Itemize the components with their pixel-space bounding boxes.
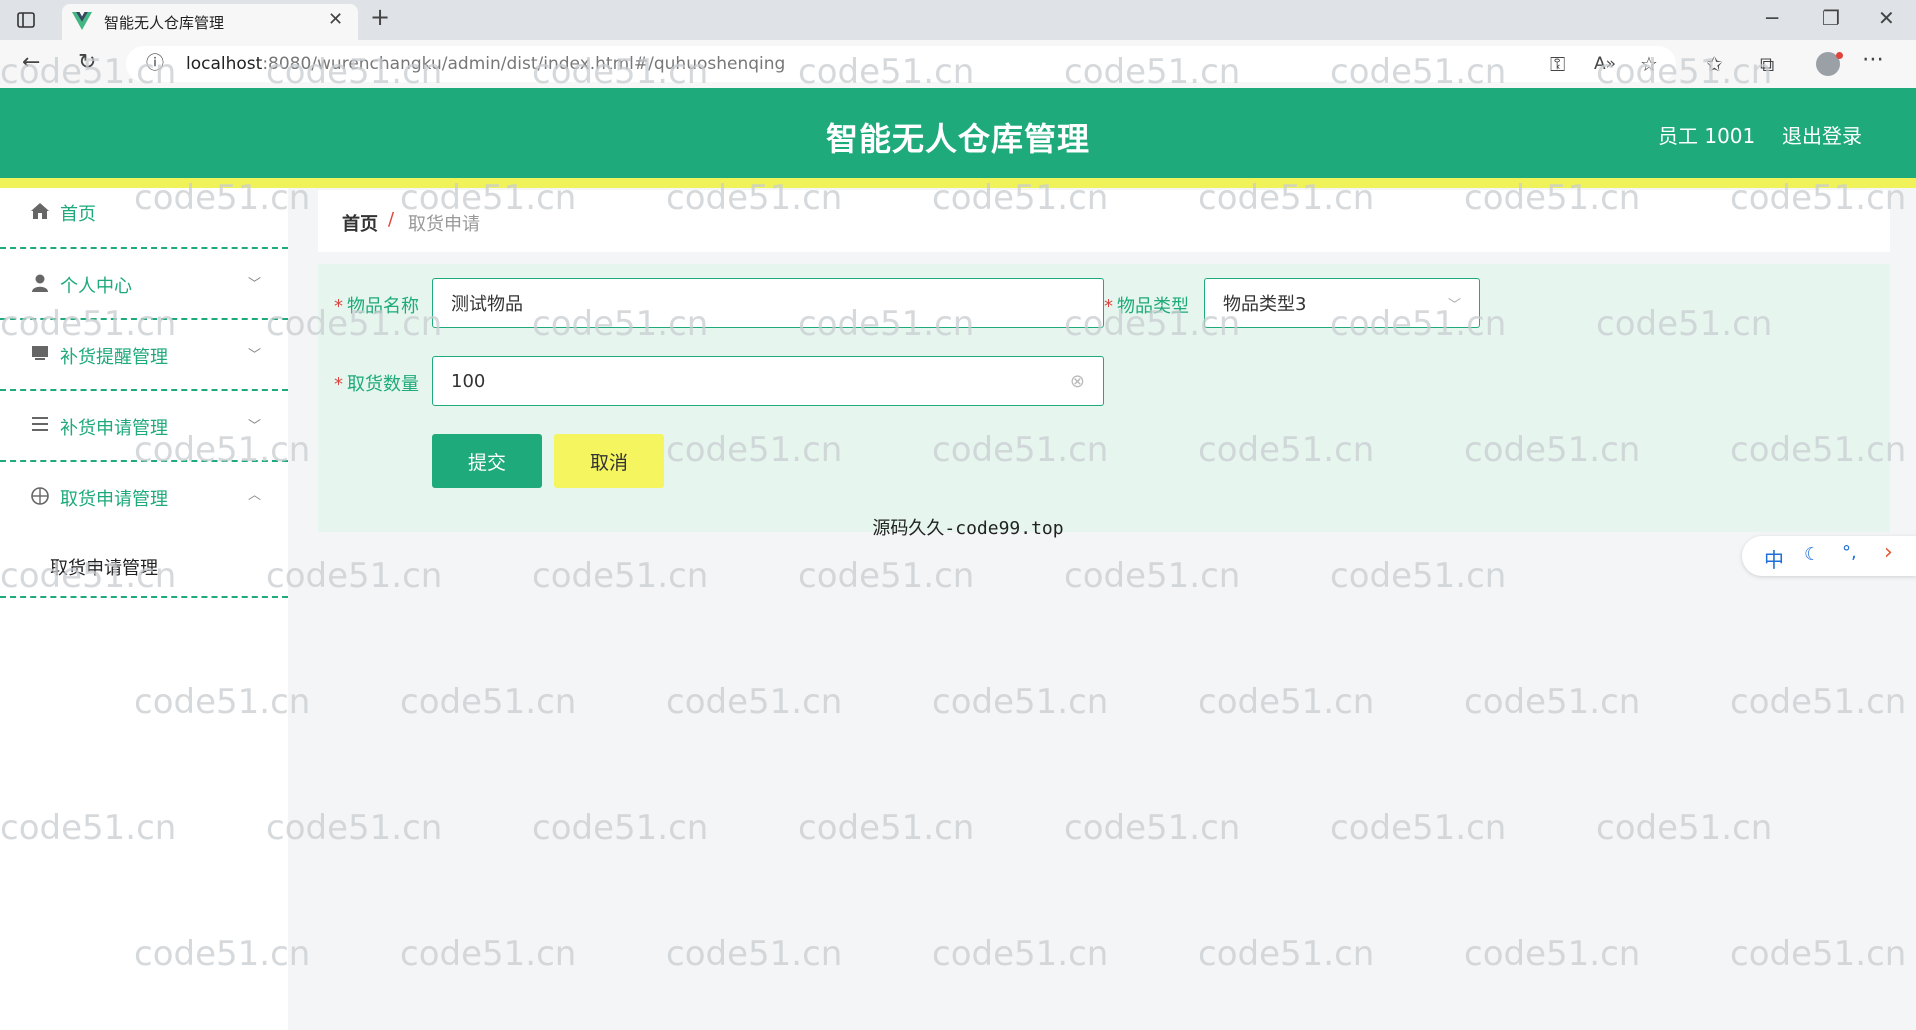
- watermark: code51.cn: [798, 556, 975, 596]
- site-info-icon[interactable]: ⓘ: [146, 54, 164, 74]
- user-icon: [28, 273, 52, 298]
- item-type-label-text: 物品类型: [1117, 296, 1189, 317]
- chevron-right-icon[interactable]: ›: [1884, 540, 1893, 565]
- sidebar-item-label: 补货申请管理: [60, 418, 168, 439]
- watermark: code51.cn: [532, 556, 709, 596]
- watermark: code51.cn: [266, 556, 443, 596]
- chevron-down-icon: ﹀: [1447, 297, 1461, 313]
- watermark: code51.cn: [400, 682, 577, 722]
- favorite-add-icon[interactable]: ☆: [1640, 54, 1658, 74]
- chevron-down-icon: ﹀: [248, 348, 262, 363]
- breadcrumb: 首页 / 取货申请: [318, 190, 1890, 252]
- required-mark: *: [1104, 296, 1113, 317]
- item-name-value: 测试物品: [451, 294, 523, 315]
- item-name-label-text: 物品名称: [347, 296, 419, 317]
- user-label: 员工 1001: [1658, 124, 1756, 148]
- chevron-down-icon: ﹀: [248, 277, 262, 292]
- sidebar-item-restock-application[interactable]: 补货申请管理 ﹀: [0, 391, 288, 462]
- collections-icon[interactable]: ⧉: [1760, 54, 1774, 74]
- item-type-label: * 物品类型: [1104, 292, 1189, 318]
- quantity-value: 100: [451, 370, 486, 392]
- sidebar-item-restock-reminder[interactable]: 补货提醒管理 ﹀: [0, 320, 288, 391]
- app-title: 智能无人仓库管理: [825, 120, 1090, 158]
- required-mark: *: [334, 296, 343, 317]
- back-icon[interactable]: ←: [22, 52, 40, 74]
- moon-icon[interactable]: ☾: [1804, 544, 1820, 565]
- quantity-label-text: 取货数量: [347, 374, 419, 395]
- breadcrumb-current: 取货申请: [408, 214, 480, 235]
- inbox-icon: [28, 344, 52, 367]
- more-menu-icon[interactable]: ⋯: [1862, 49, 1884, 71]
- quantity-input[interactable]: 100 ⊗: [432, 356, 1104, 406]
- sidebar-item-label: 取货申请管理: [60, 489, 168, 510]
- breadcrumb-home[interactable]: 首页: [342, 210, 378, 236]
- watermark: code51.cn: [1730, 934, 1907, 974]
- read-aloud-icon[interactable]: A»: [1594, 54, 1616, 74]
- sidebar-item-personal-center[interactable]: 个人中心 ﹀: [0, 249, 288, 320]
- watermark: code51.cn: [932, 682, 1109, 722]
- watermark: code51.cn: [932, 934, 1109, 974]
- item-type-value: 物品类型3: [1223, 294, 1307, 315]
- url-path: :8080/wurenchangku/admin/dist/index.html…: [262, 54, 786, 74]
- profile-badge: [1836, 52, 1843, 59]
- item-name-label: * 物品名称: [334, 292, 419, 318]
- window-close-icon[interactable]: ✕: [1878, 8, 1895, 28]
- watermark: code51.cn: [1198, 934, 1375, 974]
- tab-close-icon[interactable]: ✕: [328, 10, 343, 30]
- watermark: code51.cn: [1330, 556, 1507, 596]
- clear-icon[interactable]: ⊗: [1070, 371, 1085, 392]
- favorites-icon[interactable]: ✩: [1706, 54, 1723, 74]
- compass-icon: [28, 486, 52, 511]
- breadcrumb-separator: /: [388, 209, 395, 230]
- chevron-up-icon: ︿: [248, 488, 262, 503]
- sidebar-item-label: 补货提醒管理: [60, 347, 168, 368]
- footer-text: 源码久久-code99.top: [872, 518, 1064, 539]
- watermark: code51.cn: [666, 682, 843, 722]
- submit-button[interactable]: 提交: [432, 434, 542, 488]
- minimize-icon[interactable]: ─: [1766, 8, 1778, 28]
- watermark: code51.cn: [400, 934, 577, 974]
- browser-tab[interactable]: 智能无人仓库管理 ✕: [62, 4, 358, 40]
- vue-logo-icon: [72, 12, 92, 34]
- watermark: code51.cn: [1596, 808, 1773, 848]
- home-icon: [28, 202, 52, 225]
- new-tab-icon[interactable]: +: [370, 5, 390, 29]
- watermark: code51.cn: [666, 934, 843, 974]
- sidebar-item-label: 首页: [60, 204, 96, 225]
- quantity-label: * 取货数量: [334, 370, 419, 396]
- ime-mode-label[interactable]: 中: [1764, 544, 1784, 573]
- submenu-item-pickup-application[interactable]: 取货申请管理: [50, 554, 158, 580]
- watermark: code51.cn: [1064, 808, 1241, 848]
- url-text[interactable]: localhost:8080/wurenchangku/admin/dist/i…: [186, 54, 785, 74]
- punctuation-icon[interactable]: °,: [1842, 542, 1857, 563]
- list-icon: [28, 415, 52, 438]
- logout-link[interactable]: 退出登录: [1782, 120, 1862, 149]
- sidebar-item-label: 个人中心: [60, 276, 132, 297]
- watermark: code51.cn: [532, 808, 709, 848]
- url-host: localhost: [186, 54, 263, 74]
- restore-icon[interactable]: ❐: [1822, 8, 1840, 28]
- key-icon[interactable]: ⚿: [1550, 54, 1565, 74]
- cancel-button[interactable]: 取消: [554, 434, 664, 488]
- watermark: code51.cn: [1330, 808, 1507, 848]
- watermark: code51.cn: [1464, 934, 1641, 974]
- item-type-select[interactable]: 物品类型3 ﹀: [1204, 278, 1480, 328]
- watermark: code51.cn: [1198, 682, 1375, 722]
- ime-toolbar[interactable]: 中 ☾ °, ›: [1742, 536, 1916, 576]
- watermark: code51.cn: [1464, 682, 1641, 722]
- reload-icon[interactable]: ↻: [78, 52, 96, 74]
- watermark: code51.cn: [266, 808, 443, 848]
- tab-actions-icon[interactable]: [16, 10, 36, 33]
- sidebar-item-home[interactable]: 首页: [0, 178, 288, 249]
- tab-title: 智能无人仓库管理: [104, 14, 225, 32]
- watermark: code51.cn: [1064, 556, 1241, 596]
- required-mark: *: [334, 374, 343, 395]
- chevron-down-icon: ﹀: [248, 419, 262, 434]
- watermark: code51.cn: [1730, 682, 1907, 722]
- watermark: code51.cn: [798, 808, 975, 848]
- item-name-input[interactable]: 测试物品: [432, 278, 1104, 328]
